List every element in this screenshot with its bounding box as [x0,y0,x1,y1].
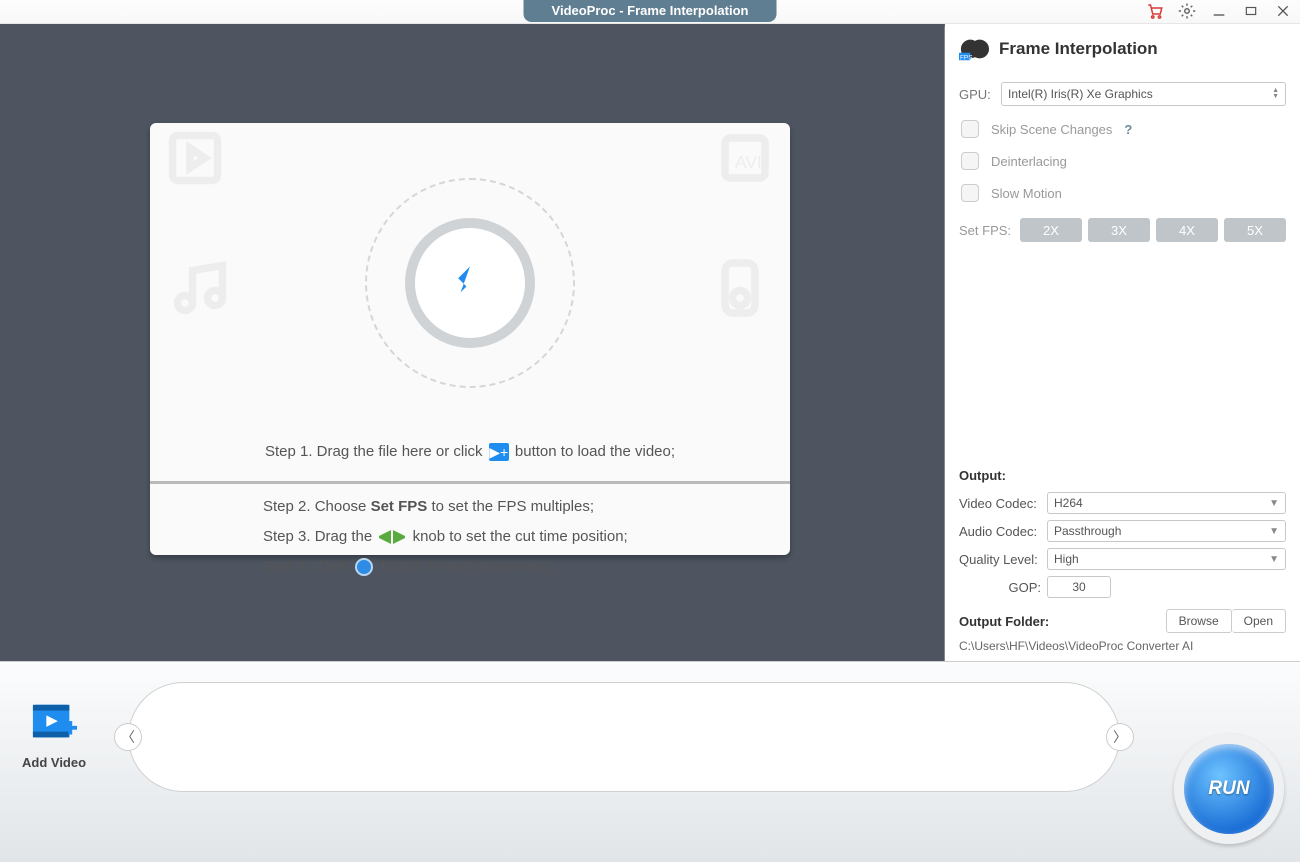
dropzone[interactable]: AVI [150,123,790,443]
thumbnail-strip [128,682,1120,792]
svg-text:AVI: AVI [735,152,762,172]
step1-b: button to load the video; [515,443,675,460]
add-video-button[interactable]: Add Video [22,702,86,770]
cart-icon[interactable] [1146,2,1164,20]
bottom-bar: Add Video 〈 〉 RUN [0,661,1300,862]
fps-label: Set FPS: [959,223,1014,238]
quality-row: Quality Level: High▼ [959,548,1286,570]
step3: Step 3. Drag the knob to set the cut tim… [263,522,790,552]
spinner-icon: ▲▼ [1272,88,1279,100]
add-video-icon [31,702,77,744]
svg-text:FPS: FPS [960,54,973,61]
deinterlacing-label: Deinterlacing [991,154,1067,169]
ghost-icon [165,128,225,193]
panel-header: FPS Frame Interpolation [959,34,1286,64]
strip-prev-button[interactable]: 〈 [114,723,142,751]
ghost-icon: AVI [715,128,775,193]
chevron-down-icon: ▼ [1269,526,1279,537]
skip-scene-row: Skip Scene Changes ? [961,120,1286,138]
step4: Step 4. Click button to start processing… [263,552,790,582]
content-area: AVI Step 1. Drag the file here or click … [0,24,1300,661]
knob-right-icon [393,530,407,544]
deinterlacing-checkbox[interactable] [961,152,979,170]
knob-left-icon [377,530,391,544]
fps-2x-button[interactable]: 2X [1020,218,1082,242]
audio-codec-select[interactable]: Passthrough▼ [1047,520,1286,542]
run-dot-icon [355,558,373,576]
slow-motion-row: Slow Motion [961,184,1286,202]
gpu-label: GPU: [959,87,1001,102]
deinterlacing-row: Deinterlacing [961,152,1286,170]
step2: Step 2. Choose Set FPS to set the FPS mu… [263,492,790,522]
slow-motion-label: Slow Motion [991,186,1062,201]
help-icon[interactable]: ? [1124,122,1132,137]
audio-codec-label: Audio Codec: [959,524,1047,539]
run-label: RUN [1208,778,1249,800]
drop-circle [365,178,575,388]
chevron-down-icon: ▼ [1269,554,1279,565]
strip-next-button[interactable]: 〉 [1106,723,1134,751]
step1-text: Step 1. Drag the file here or click ▶+ b… [150,443,790,481]
output-folder-row: Output Folder: Browse Open [959,609,1286,633]
title-icon-group [1146,2,1292,20]
fps-3x-button[interactable]: 3X [1088,218,1150,242]
gop-label: GOP: [959,580,1047,595]
steps-block: Step 2. Choose Set FPS to set the FPS mu… [150,490,790,588]
slow-motion-checkbox[interactable] [961,184,979,202]
gop-row: GOP: [959,576,1286,598]
video-codec-select[interactable]: H264▼ [1047,492,1286,514]
panel-title: Frame Interpolation [999,39,1158,59]
upload-icon[interactable] [405,218,535,348]
chevron-down-icon: ▼ [1269,498,1279,509]
output-folder-heading: Output Folder: [959,614,1166,629]
minimize-icon[interactable] [1210,2,1228,20]
settings-icon[interactable] [1178,2,1196,20]
gpu-select[interactable]: Intel(R) Iris(R) Xe Graphics ▲▼ [1001,82,1286,106]
open-button[interactable]: Open [1232,609,1286,633]
settings-panel: FPS Frame Interpolation GPU: Intel(R) Ir… [945,24,1300,661]
fps-row: Set FPS: 2X 3X 4X 5X [959,218,1286,242]
quality-label: Quality Level: [959,552,1047,567]
step1-a: Step 1. Drag the file here or click [265,443,483,460]
browse-button[interactable]: Browse [1166,609,1232,633]
window-title: VideoProc - Frame Interpolation [524,0,777,22]
dropzone-card: AVI Step 1. Drag the file here or click … [150,123,790,555]
skip-scene-label: Skip Scene Changes [991,122,1112,137]
load-video-icon: ▶+ [489,443,509,461]
gpu-row: GPU: Intel(R) Iris(R) Xe Graphics ▲▼ [959,82,1286,106]
gpu-value: Intel(R) Iris(R) Xe Graphics [1008,87,1153,101]
frame-interpolation-icon: FPS [959,34,989,64]
quality-select[interactable]: High▼ [1047,548,1286,570]
skip-scene-checkbox[interactable] [961,120,979,138]
gop-input[interactable] [1047,576,1111,598]
output-heading: Output: [959,468,1286,483]
video-codec-label: Video Codec: [959,496,1047,511]
output-path: C:\Users\HF\Videos\VideoProc Converter A… [959,639,1286,653]
ghost-icon [710,258,770,323]
fps-5x-button[interactable]: 5X [1224,218,1286,242]
close-icon[interactable] [1274,2,1292,20]
title-bar: VideoProc - Frame Interpolation [0,0,1300,24]
fps-4x-button[interactable]: 4X [1156,218,1218,242]
add-video-label: Add Video [22,755,86,770]
maximize-icon[interactable] [1242,2,1260,20]
video-codec-row: Video Codec: H264▼ [959,492,1286,514]
video-stage: AVI Step 1. Drag the file here or click … [0,24,945,661]
ghost-icon [170,258,230,323]
divider [150,481,790,484]
run-button[interactable]: RUN [1174,734,1284,844]
audio-codec-row: Audio Codec: Passthrough▼ [959,520,1286,542]
